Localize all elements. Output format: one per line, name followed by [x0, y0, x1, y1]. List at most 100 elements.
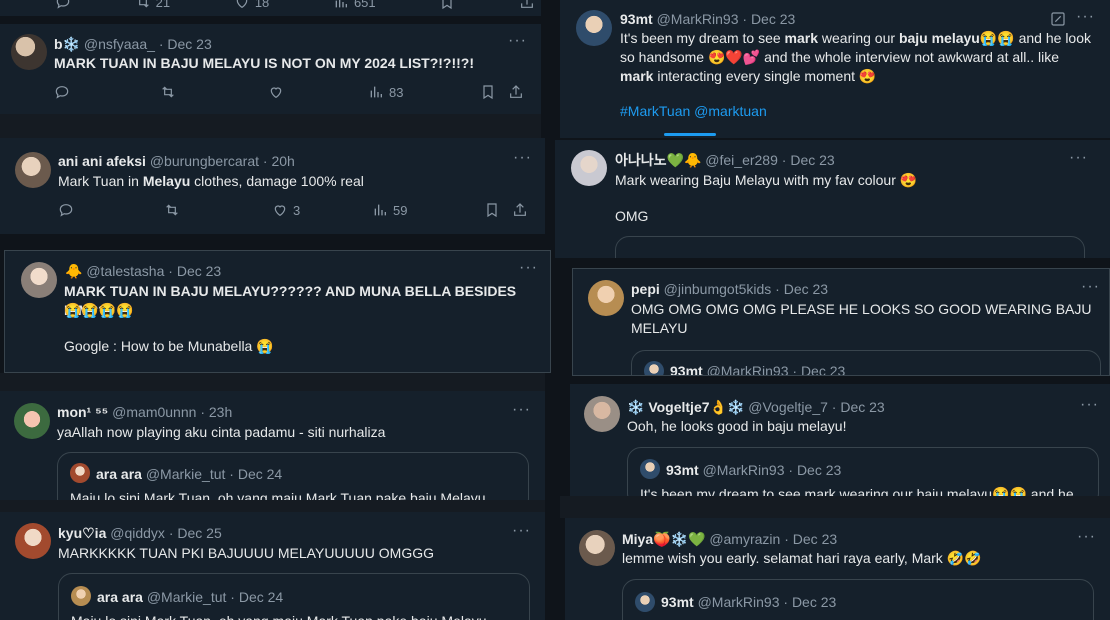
views-button[interactable]: 59	[372, 202, 484, 218]
bookmark-button[interactable]	[480, 84, 508, 100]
display-name[interactable]: ani ani afeksi	[58, 153, 146, 169]
tweet-date[interactable]: Dec 23	[177, 263, 221, 279]
avatar[interactable]	[15, 152, 51, 188]
more-options-icon[interactable]: ···	[1077, 528, 1096, 546]
quote-tweet[interactable]: 93mt @MarkRin93 · Dec 23	[631, 350, 1101, 376]
share-button[interactable]	[508, 84, 524, 100]
display-name[interactable]: b❄️	[54, 36, 80, 52]
tweet-card[interactable]: b❄️ @nsfyaaa_ · Dec 23 ··· MARK TUAN IN …	[0, 24, 541, 114]
display-name[interactable]: kyu♡ia	[58, 525, 106, 541]
user-handle[interactable]: @amyrazin	[709, 531, 780, 547]
share-icon	[521, 0, 533, 8]
user-handle[interactable]: @fei_er289	[705, 152, 778, 168]
views-button[interactable]: 651	[333, 0, 376, 10]
user-handle[interactable]: @Vogeltje_7	[748, 399, 828, 415]
display-name[interactable]: ❄️ Vogeltje7👌❄️	[627, 399, 744, 415]
more-options-icon[interactable]: ···	[1076, 8, 1095, 26]
like-button[interactable]: 3	[272, 202, 372, 218]
user-handle[interactable]: @burungbercarat	[150, 153, 259, 169]
tweet-header: b❄️ @nsfyaaa_ · Dec 23	[54, 36, 212, 52]
share-icon	[510, 85, 522, 98]
user-handle[interactable]: @mam0unnn	[112, 404, 196, 420]
avatar[interactable]	[576, 10, 612, 46]
reply-button[interactable]	[58, 202, 164, 218]
tweet-header: 🐥 @talestasha · Dec 23	[65, 263, 222, 279]
avatar[interactable]	[579, 530, 615, 566]
more-options-icon[interactable]: ···	[1080, 396, 1099, 414]
tweet-header: pepi @jinbumgot5kids · Dec 23	[631, 281, 829, 297]
quote-tweet[interactable]: 93mt @MarkRin93 · Dec 23 It's been my dr…	[627, 447, 1099, 496]
more-options-icon[interactable]: ···	[508, 32, 527, 50]
tweet-date[interactable]: Dec 23	[793, 531, 837, 547]
tweet-card[interactable]: 93mt @MarkRin93 · Dec 23 ··· It's been m…	[560, 0, 1110, 138]
tweet-date[interactable]: Dec 23	[751, 11, 795, 27]
display-name[interactable]: pepi	[631, 281, 660, 297]
tweet-date[interactable]: Dec 23	[790, 152, 834, 168]
reply-button[interactable]	[55, 0, 71, 10]
tweet-date[interactable]: Dec 23	[167, 36, 211, 52]
avatar[interactable]	[15, 523, 51, 559]
more-options-icon[interactable]: ···	[512, 401, 531, 419]
tweet-card[interactable]: 🐥 @talestasha · Dec 23 ··· MARK TUAN IN …	[4, 250, 551, 373]
avatar[interactable]	[588, 280, 624, 316]
share-button[interactable]	[519, 0, 535, 10]
tweet-header: ani ani afeksi @burungbercarat · 20h	[58, 153, 295, 169]
tweet-card[interactable]: pepi @jinbumgot5kids · Dec 23 ··· OMG OM…	[572, 268, 1110, 376]
user-handle[interactable]: @qiddyx	[110, 525, 165, 541]
display-name[interactable]: 93mt	[620, 11, 653, 27]
more-options-icon[interactable]: ···	[512, 522, 531, 540]
tweet-card[interactable]: ❄️ Vogeltje7👌❄️ @Vogeltje_7 · Dec 23 ···…	[570, 384, 1110, 496]
tab-indicator	[664, 133, 716, 136]
avatar[interactable]	[584, 396, 620, 432]
tweet-date[interactable]: 20h	[271, 153, 294, 169]
tweet-card[interactable]: ani ani afeksi @burungbercarat · 20h ···…	[0, 138, 545, 234]
display-name[interactable]: 🐥	[65, 263, 82, 279]
tweet-date[interactable]: Dec 23	[784, 281, 828, 297]
user-handle[interactable]: @MarkRin93	[657, 11, 739, 27]
tweet-card[interactable]: Miya🍑❄️💚 @amyrazin · Dec 23 ··· lemme wi…	[565, 518, 1110, 620]
retweet-button[interactable]: 21	[135, 0, 170, 10]
quote-tweet[interactable]: ara ara @Markie_tut · Dec 24 Maju lo sin…	[57, 452, 529, 500]
quote-text: It's been my dream to see mark wearing o…	[640, 486, 1074, 496]
like-button[interactable]	[268, 84, 368, 100]
retweet-button[interactable]	[164, 202, 272, 218]
tweet-date[interactable]: Dec 25	[177, 525, 221, 541]
reply-button[interactable]	[54, 84, 160, 100]
avatar[interactable]	[11, 34, 47, 70]
display-name[interactable]: 아나나노💚🐥	[615, 152, 701, 168]
more-options-icon[interactable]: ···	[519, 259, 538, 277]
quote-header: 93mt @MarkRin93 · Dec 23	[670, 363, 846, 376]
share-button[interactable]	[512, 202, 528, 218]
hashtag-link[interactable]: #MarkTuan @marktuan	[620, 102, 767, 121]
tweet-text: MARK TUAN IN BAJU MELAYU IS NOT ON MY 20…	[54, 55, 475, 71]
display-name[interactable]: Miya🍑❄️💚	[622, 531, 705, 547]
avatar[interactable]	[14, 403, 50, 439]
edit-icon[interactable]	[1050, 11, 1066, 27]
quote-tweet[interactable]: ara ara @Markie_tut · Dec 24 Maju lo sin…	[58, 573, 530, 620]
quote-tweet[interactable]: 93mt @MarkRin93 · Dec 23	[622, 579, 1094, 620]
user-handle[interactable]: @jinbumgot5kids	[664, 281, 772, 297]
bookmark-icon	[483, 85, 493, 100]
like-button[interactable]: 18	[234, 0, 269, 10]
tweet-actions-partial	[0, 114, 541, 138]
display-name[interactable]: mon¹ ⁵⁵	[57, 404, 108, 420]
tweet-card[interactable]: kyu♡ia @qiddyx · Dec 25 ··· MARKKKKK TUA…	[0, 512, 545, 620]
more-options-icon[interactable]: ···	[1069, 149, 1088, 167]
user-handle[interactable]: @talestasha	[86, 263, 164, 279]
tweet-card[interactable]: 아나나노💚🐥 @fei_er289 · Dec 23 ··· Mark wear…	[555, 140, 1110, 258]
avatar[interactable]	[571, 150, 607, 186]
tweet-actions: 83	[54, 84, 526, 100]
more-options-icon[interactable]: ···	[513, 149, 532, 167]
share-icon	[514, 203, 526, 216]
views-button[interactable]: 83	[368, 84, 480, 100]
retweet-button[interactable]	[160, 84, 268, 100]
bookmark-button[interactable]	[484, 202, 512, 218]
user-handle[interactable]: @nsfyaaa_	[84, 36, 155, 52]
more-options-icon[interactable]: ···	[1081, 278, 1100, 296]
media-preview[interactable]	[615, 236, 1085, 258]
tweet-date[interactable]: Dec 23	[840, 399, 884, 415]
tweet-date[interactable]: 23h	[209, 404, 232, 420]
bookmark-button[interactable]	[439, 0, 455, 10]
tweet-card[interactable]: mon¹ ⁵⁵ @mam0unnn · 23h ··· yaAllah now …	[0, 391, 545, 500]
avatar[interactable]	[21, 262, 57, 298]
